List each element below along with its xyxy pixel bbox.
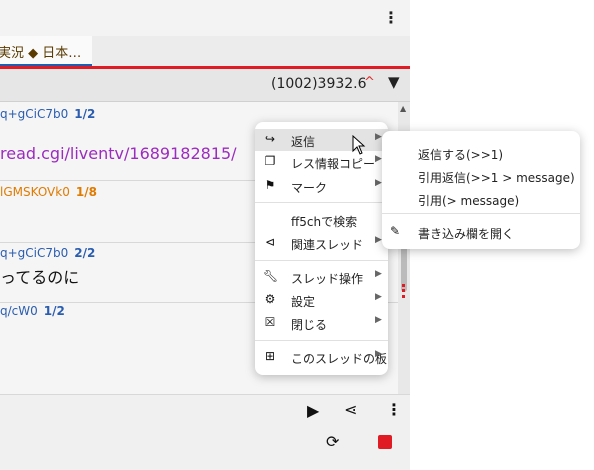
submenu-item-open-editor[interactable]: ✎ 書き込み欄を開く bbox=[382, 221, 580, 243]
tab-thread[interactable]: 実況 ◆ 日本… bbox=[0, 36, 92, 66]
menu-item-settings[interactable]: ⚙ 設定 ▶ bbox=[255, 289, 388, 311]
more-vert-icon[interactable]: ⋮ bbox=[381, 7, 401, 27]
post-id[interactable]: q+gCiC7b0 1/2 bbox=[0, 107, 95, 121]
chevron-right-icon: ▶ bbox=[375, 315, 382, 325]
menu-divider bbox=[382, 213, 580, 214]
chevron-right-icon: ▶ bbox=[375, 132, 382, 142]
post-id[interactable]: q/cW0 1/2 bbox=[0, 304, 65, 318]
chevron-right-icon: ▶ bbox=[375, 178, 382, 188]
wrench-icon: 🔧︎ bbox=[263, 269, 279, 283]
tab-label: 実況 ◆ 日本… bbox=[0, 46, 82, 61]
menu-divider bbox=[255, 202, 388, 203]
menu-item-related[interactable]: ⊲ 関連スレッド ▶ bbox=[255, 232, 388, 254]
share-icon[interactable]: ⋖ bbox=[344, 400, 357, 419]
res-count: (1002)3932.6 bbox=[271, 76, 367, 92]
filter-icon[interactable]: ▼ bbox=[388, 73, 400, 91]
gear-icon: ⚙ bbox=[264, 292, 276, 306]
thread-link[interactable]: read.cgi/liventv/1689182815/ bbox=[0, 144, 237, 163]
menu-item-search[interactable]: ff5chで検索 bbox=[255, 209, 388, 231]
refresh-icon[interactable]: ⟳ bbox=[326, 432, 339, 451]
close-box-icon: ☒ bbox=[264, 315, 276, 329]
menu-item-board[interactable]: ⊞ このスレッドの板 ▶ bbox=[255, 346, 388, 368]
caret-up-icon[interactable]: ^ bbox=[364, 75, 375, 90]
submenu-item-reply[interactable]: 返信する(>>1) bbox=[382, 142, 580, 164]
menu-item-reply[interactable]: ↪ 返信 ▶ bbox=[255, 129, 388, 151]
share-icon: ⊲ bbox=[264, 235, 276, 249]
menu-divider bbox=[255, 260, 388, 261]
post-text: ってるのに bbox=[0, 268, 80, 287]
play-icon[interactable]: ▶ bbox=[307, 401, 319, 420]
submenu-item-quote[interactable]: 引用(> message) bbox=[382, 188, 580, 210]
scroll-marker bbox=[402, 284, 408, 298]
menu-item-mark[interactable]: ⚑ マーク ▶ bbox=[255, 175, 388, 197]
menu-divider bbox=[255, 340, 388, 341]
mouse-cursor-icon bbox=[352, 135, 366, 155]
chevron-right-icon: ▶ bbox=[375, 349, 382, 359]
chevron-right-icon: ▶ bbox=[375, 269, 382, 279]
menu-item-copy-info[interactable]: ❐ レス情報コピー ▶ bbox=[255, 151, 388, 173]
tab-bar: 実況 ◆ 日本… bbox=[0, 36, 410, 66]
stop-icon[interactable] bbox=[378, 435, 392, 449]
reply-submenu: 返信する(>>1) 引用返信(>>1 > message) 引用(> messa… bbox=[382, 131, 580, 249]
title-bar: ⋮ bbox=[0, 0, 410, 36]
reply-icon: ↪ bbox=[264, 132, 276, 146]
flag-icon: ⚑ bbox=[264, 178, 276, 192]
menu-item-thread-ops[interactable]: 🔧︎ スレッド操作 ▶ bbox=[255, 266, 388, 288]
chevron-right-icon: ▶ bbox=[375, 235, 382, 245]
edit-icon: ✎ bbox=[390, 224, 401, 238]
menu-item-close[interactable]: ☒ 閉じる ▶ bbox=[255, 312, 388, 334]
post-id[interactable]: q+gCiC7b0 2/2 bbox=[0, 246, 95, 260]
submenu-item-quote-reply[interactable]: 引用返信(>>1 > message) bbox=[382, 165, 580, 187]
chevron-right-icon: ▶ bbox=[375, 154, 382, 164]
context-menu: ↪ 返信 ▶ ❐ レス情報コピー ▶ ⚑ マーク ▶ ff5chで検索 ⊲ 関連… bbox=[255, 122, 388, 375]
thread-toolbar: (1002)3932.6 ^ ▼ bbox=[0, 69, 410, 102]
more-vert-icon[interactable]: ⋮ bbox=[386, 400, 402, 419]
post-id[interactable]: lGMSKOVk0 1/8 bbox=[0, 185, 97, 199]
tree-icon: ⊞ bbox=[264, 349, 276, 363]
chevron-right-icon: ▶ bbox=[375, 292, 382, 302]
copy-icon: ❐ bbox=[264, 154, 276, 168]
scroll-up-icon[interactable]: ▲ bbox=[400, 104, 406, 113]
